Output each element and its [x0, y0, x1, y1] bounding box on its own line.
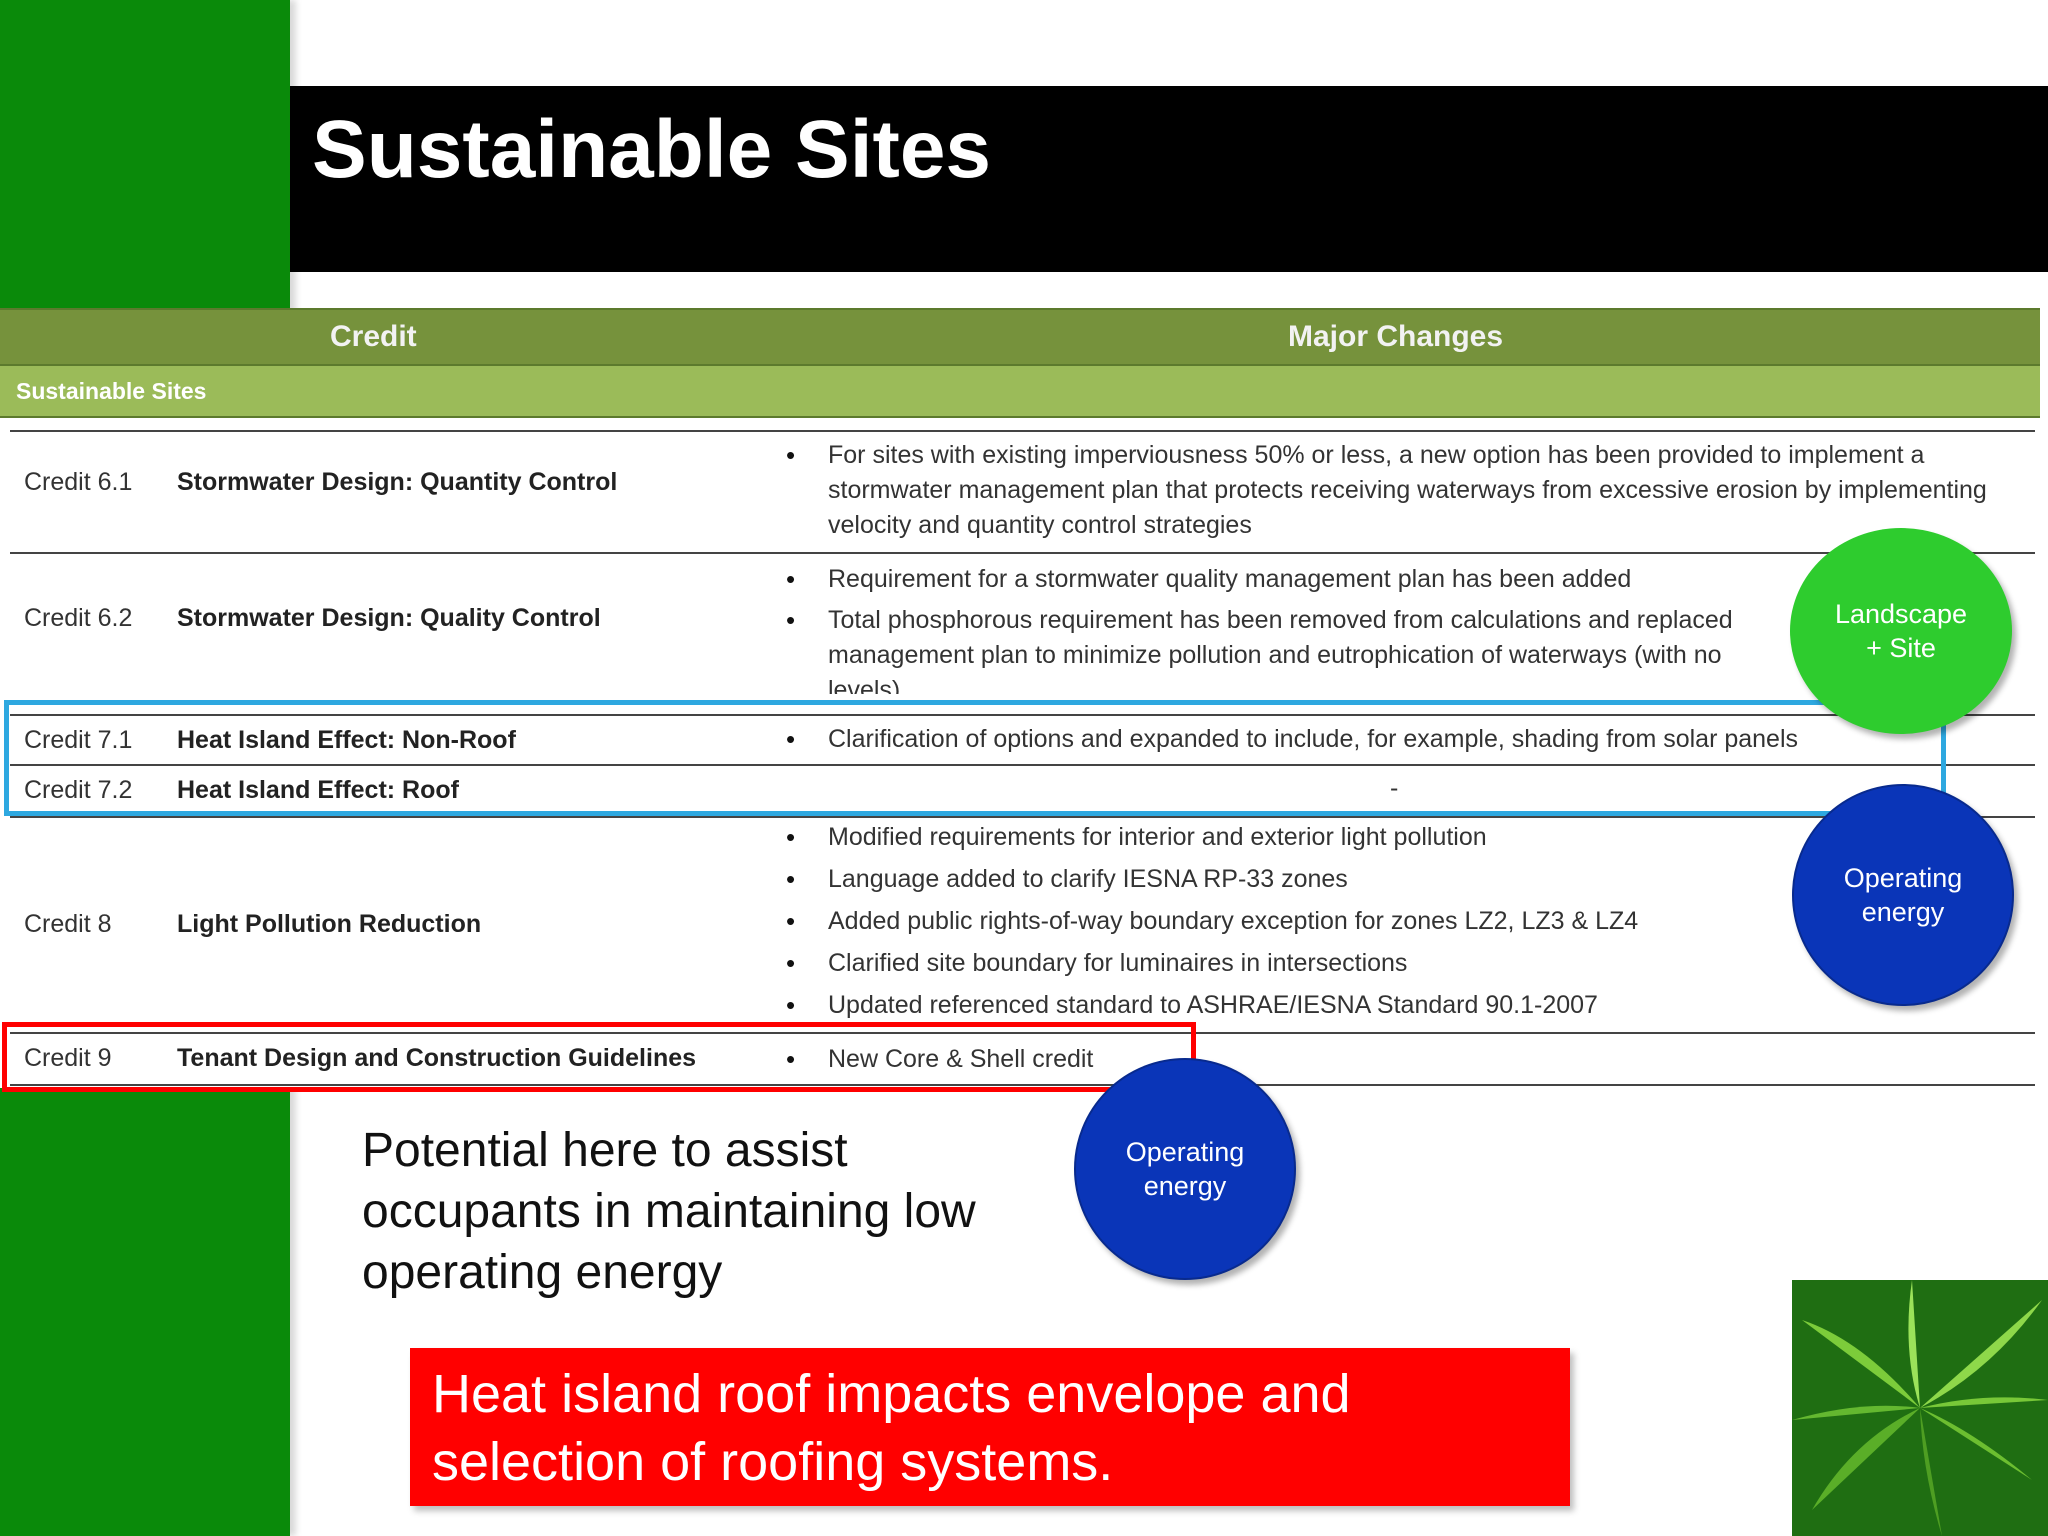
table-row: Credit 6.2 Stormwater Design: Quality Co… — [10, 552, 2035, 694]
header-major-changes: Major Changes — [1288, 320, 1504, 353]
heat-island-note: Heat island roof impacts envelope and se… — [410, 1348, 1570, 1506]
credit-9-highlight-box — [2, 1022, 1196, 1092]
table-row: Credit 8 Light Pollution Reduction Modif… — [10, 816, 2035, 1026]
credit-name: Stormwater Design: Quantity Control — [177, 468, 618, 496]
section-label: Sustainable Sites — [16, 378, 207, 404]
credit-id: Credit 6.1 — [24, 468, 133, 496]
list-item: Updated referenced standard to ASHRAE/IE… — [780, 984, 2000, 1026]
operating-energy-callout: Operating energy — [1792, 784, 2014, 1006]
operating-energy-callout: Operating energy — [1074, 1058, 1296, 1280]
operating-energy-label: Operating energy — [1125, 1137, 1245, 1201]
credit-id: Credit 8 — [24, 910, 112, 938]
list-item: Total phosphorous requirement has been r… — [780, 603, 1790, 694]
credit-name: Stormwater Design: Quality Control — [177, 604, 601, 632]
leaf-icon — [1792, 1280, 2048, 1536]
landscape-site-label: Landscape + Site — [1834, 599, 1968, 663]
changes-list: For sites with existing imperviousness 5… — [780, 438, 2000, 543]
list-item: For sites with existing imperviousness 5… — [780, 438, 2000, 543]
credits-table: Credit Major Changes Sustainable Sites C… — [0, 308, 2040, 1088]
slide-title: Sustainable Sites — [312, 104, 992, 195]
leaf-image — [1792, 1280, 2048, 1536]
operating-energy-label: Operating energy — [1843, 863, 1963, 927]
credit-id: Credit 6.2 — [24, 604, 133, 632]
table-row: Credit 6.1 Stormwater Design: Quantity C… — [10, 430, 2035, 542]
section-row: Sustainable Sites — [0, 364, 2040, 418]
changes-list: Requirement for a stormwater quality man… — [780, 562, 1790, 694]
heat-island-highlight-box — [4, 700, 1946, 816]
potential-note: Potential here to assist occupants in ma… — [362, 1124, 976, 1299]
credit-name: Light Pollution Reduction — [177, 910, 482, 938]
header-credit: Credit — [330, 320, 417, 353]
table-header: Credit Major Changes — [0, 308, 2040, 366]
list-item: Requirement for a stormwater quality man… — [780, 562, 1790, 597]
landscape-site-callout: Landscape + Site — [1790, 528, 2012, 734]
